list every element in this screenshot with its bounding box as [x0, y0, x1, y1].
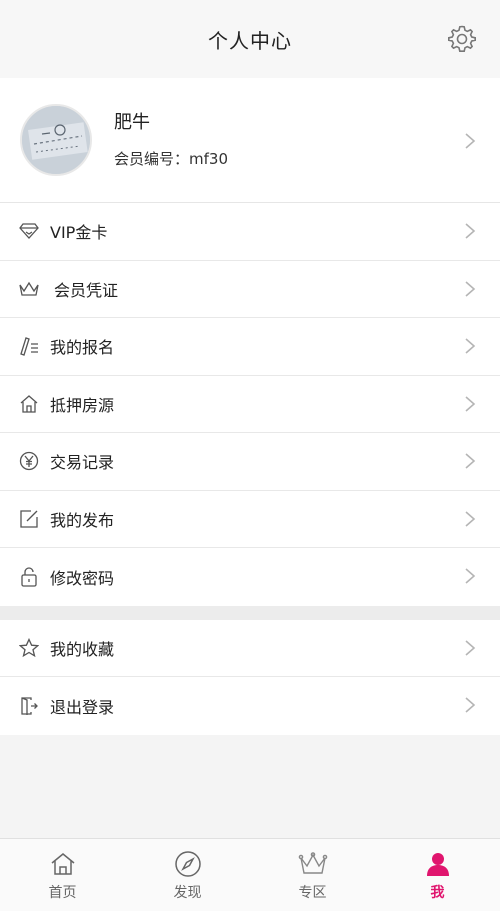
- bottom-tab-bar: 首页 发现 专区 我: [0, 838, 500, 911]
- compass-icon: [173, 849, 203, 879]
- menu-item-favorites[interactable]: 我的收藏: [0, 620, 500, 677]
- tab-home[interactable]: 首页: [0, 839, 125, 911]
- menu-item-label: 我的收藏: [50, 639, 115, 659]
- profile-card[interactable]: 肥牛 会员编号：mf30: [0, 78, 500, 203]
- compose-icon: [18, 508, 40, 530]
- menu-item-label: 抵押房源: [50, 395, 115, 415]
- user-icon: [423, 849, 453, 879]
- menu-item-mortgage-listings[interactable]: 抵押房源: [0, 376, 500, 433]
- tab-discover[interactable]: 发现: [125, 839, 250, 911]
- section-divider: [0, 605, 500, 620]
- menu-group-misc: 我的收藏 退出登录: [0, 619, 500, 735]
- page-title: 个人中心: [208, 28, 292, 53]
- diamond-icon: [18, 220, 40, 242]
- tab-me[interactable]: 我: [375, 839, 500, 911]
- yen-icon: [18, 450, 40, 472]
- chevron-right-icon: [465, 280, 476, 297]
- chevron-right-icon: [465, 453, 476, 469]
- home-icon: [48, 849, 78, 879]
- chevron-right-icon: [465, 510, 476, 527]
- menu-item-member-credential[interactable]: 会员凭证: [0, 261, 500, 318]
- logout-icon: [18, 695, 40, 717]
- member-id: 会员编号：mf30: [114, 148, 228, 169]
- chevron-right-icon: [465, 395, 476, 412]
- menu-item-label: 交易记录: [50, 453, 115, 473]
- menu-item-label: 我的报名: [50, 338, 115, 358]
- star-icon: [18, 637, 40, 659]
- tab-label: 专区: [298, 885, 327, 901]
- tab-zone[interactable]: 专区: [250, 839, 375, 911]
- chevron-right-icon: [465, 568, 476, 584]
- gear-icon[interactable]: [446, 23, 478, 55]
- menu-item-change-password[interactable]: 修改密码: [0, 548, 500, 606]
- menu-item-my-posts[interactable]: 我的发布: [0, 491, 500, 548]
- menu-item-label: 退出登录: [50, 697, 115, 717]
- member-id-label: 会员编号：: [114, 149, 190, 168]
- menu-item-label: VIP金卡: [50, 223, 108, 243]
- user-name: 肥牛: [114, 111, 150, 133]
- member-id-value: mf30: [189, 149, 228, 168]
- menu-item-label: 会员凭证: [54, 280, 119, 300]
- chevron-right-icon: [465, 338, 476, 354]
- menu-item-vip-card[interactable]: VIP金卡: [0, 203, 500, 261]
- crown-icon: [298, 849, 328, 879]
- chevron-right-icon: [465, 223, 476, 239]
- crown-icon: [18, 278, 40, 300]
- avatar-image: [22, 106, 90, 174]
- menu-item-transactions[interactable]: 交易记录: [0, 433, 500, 491]
- menu-item-logout[interactable]: 退出登录: [0, 677, 500, 735]
- tab-label: 首页: [48, 885, 77, 901]
- tab-label: 发现: [173, 885, 202, 901]
- tab-label: 我: [430, 885, 445, 901]
- chevron-right-icon: [465, 639, 476, 656]
- menu-item-label: 我的发布: [50, 510, 115, 530]
- lock-icon: [18, 566, 40, 588]
- menu-item-label: 修改密码: [50, 568, 115, 588]
- menu-item-my-signups[interactable]: 我的报名: [0, 318, 500, 376]
- avatar[interactable]: [20, 104, 92, 176]
- top-bar: 个人中心: [0, 0, 500, 78]
- chevron-right-icon: [465, 697, 476, 713]
- menu-group-account: VIP金卡 会员凭证 我的报名 抵押房源 交易记录 我的发布 修改密码: [0, 203, 500, 606]
- house-icon: [18, 393, 40, 415]
- chevron-right-icon: [465, 133, 476, 149]
- edit-list-icon: [18, 335, 40, 357]
